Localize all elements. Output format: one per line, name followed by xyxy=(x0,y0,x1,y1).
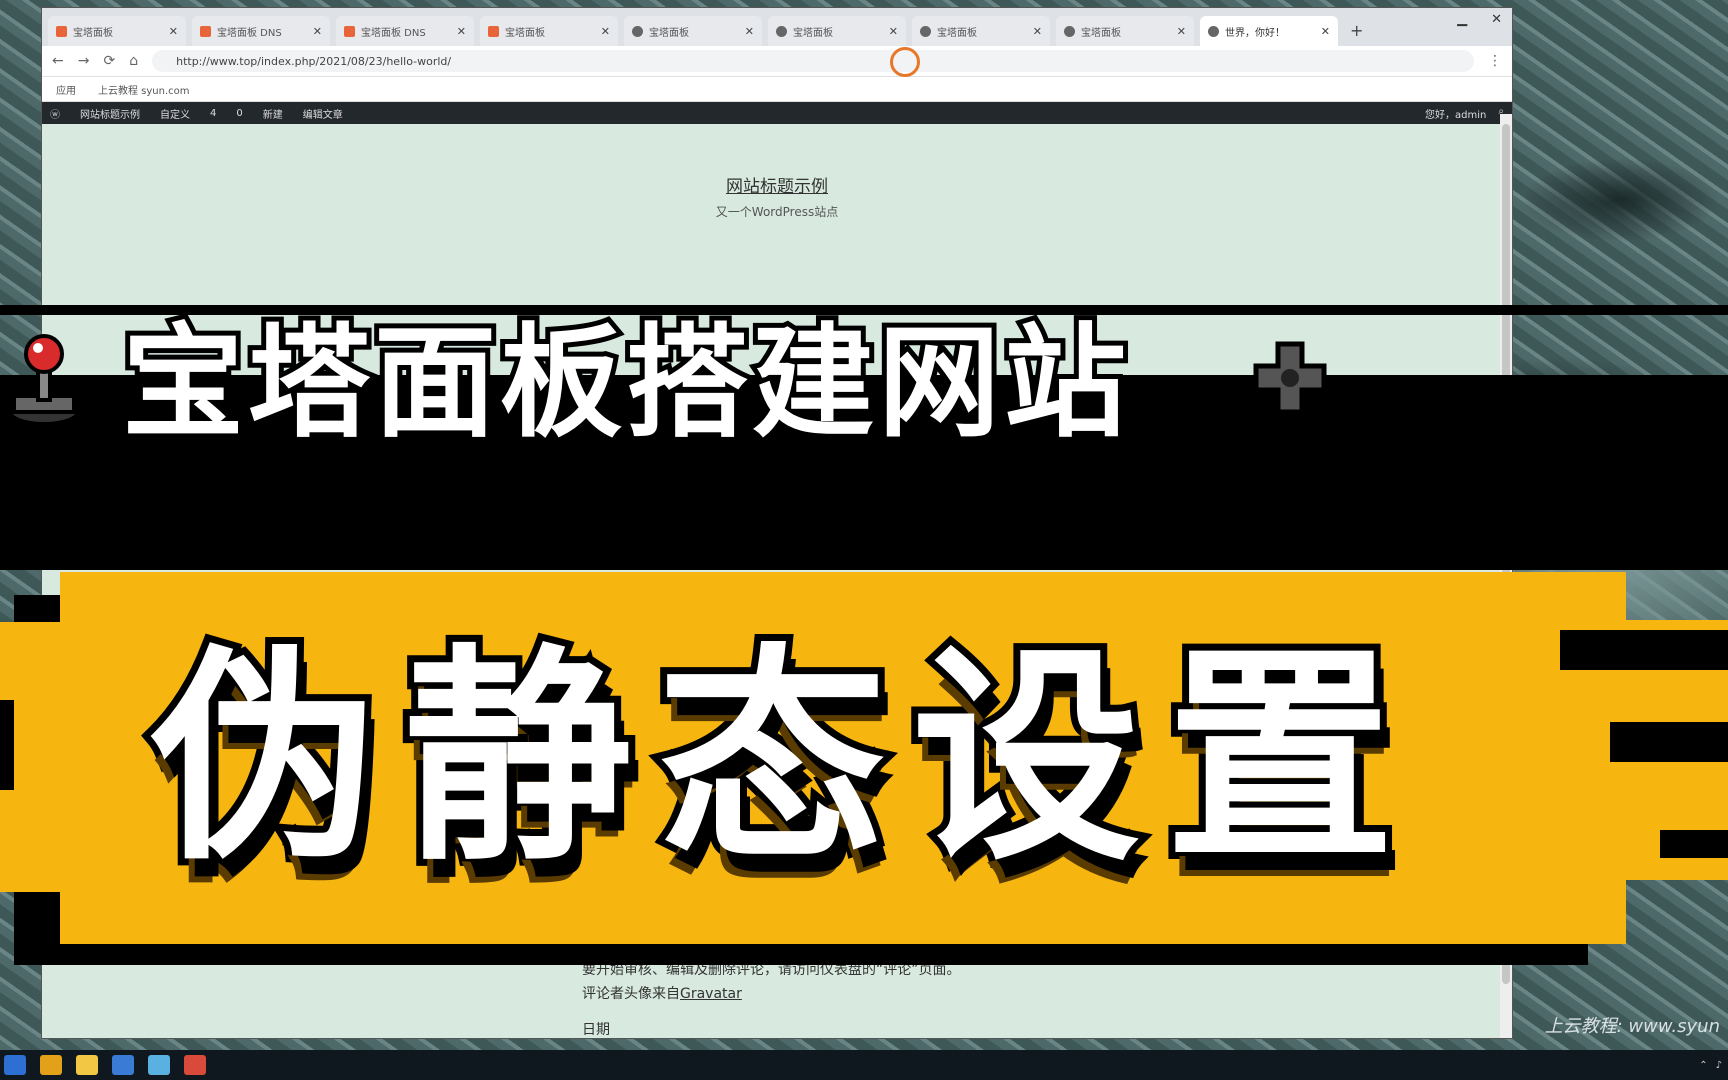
volume-icon[interactable]: ♪ xyxy=(1716,1060,1722,1071)
pixel-decoration xyxy=(1660,830,1728,858)
system-tray: ⌃ ♪ xyxy=(1699,1060,1722,1071)
site-title-link[interactable]: 网站标题示例 xyxy=(42,172,1512,197)
pixel-decoration xyxy=(1610,722,1728,762)
close-window-icon[interactable]: ✕ xyxy=(1491,12,1502,27)
cursor-highlight xyxy=(890,47,920,77)
admin-bar-greeting[interactable]: 您好，admin xyxy=(1425,106,1486,121)
post-content: 要开始审核、编辑及删除评论，请访问仪表盘的“评论”页面。 评论者头像来自Grav… xyxy=(582,958,961,1038)
admin-bar-site-name[interactable]: 网站标题示例 xyxy=(80,106,140,121)
home-icon[interactable]: ⌂ xyxy=(129,53,138,69)
close-tab-icon[interactable]: ✕ xyxy=(1033,25,1042,38)
app-icon[interactable] xyxy=(148,1055,170,1075)
browser-tab[interactable]: 宝塔面板 DNS ✕ xyxy=(192,16,330,46)
site-description: 又一个WordPress站点 xyxy=(715,205,839,219)
video-title: 伪静态设置 xyxy=(143,618,1420,898)
browser-tab[interactable]: 宝塔面板 ✕ xyxy=(912,16,1050,46)
favicon-icon xyxy=(776,25,787,37)
close-tab-icon[interactable]: ✕ xyxy=(1321,25,1330,38)
tray-arrow-icon[interactable]: ⌃ xyxy=(1699,1060,1707,1071)
admin-bar-customize[interactable]: 自定义 xyxy=(160,106,190,121)
favicon-icon xyxy=(56,25,67,37)
wordpress-logo-icon[interactable]: ⓦ xyxy=(50,106,60,121)
browser-tab[interactable]: 宝塔面板 ✕ xyxy=(1056,16,1194,46)
favicon-icon xyxy=(344,25,355,37)
reload-icon[interactable]: ⟳ xyxy=(103,53,115,69)
browser-tab[interactable]: 宝塔面板 ✕ xyxy=(768,16,906,46)
tab-bar: 宝塔面板 ✕ 宝塔面板 DNS ✕ 宝塔面板 DNS ✕ 宝塔面板 ✕ 宝塔面板 ✕ 宝塔… xyxy=(42,8,1512,46)
bookmark-apps[interactable]: 应用 xyxy=(56,82,76,97)
favicon-icon xyxy=(920,25,931,37)
url-input[interactable]: http://www.top/index.php/2021/08/23/hell… xyxy=(152,50,1474,72)
app-icon[interactable] xyxy=(184,1055,206,1075)
dpad-icon xyxy=(1253,341,1327,415)
app-icon[interactable] xyxy=(112,1055,134,1075)
favicon-icon xyxy=(1208,25,1219,37)
bookmark-item[interactable]: 上云教程 syun.com xyxy=(98,82,190,97)
browser-tab-active[interactable]: 世界，你好！ ✕ xyxy=(1200,16,1338,46)
taskbar: ⌃ ♪ xyxy=(0,1050,1728,1080)
menu-dots-icon[interactable]: ⋮ xyxy=(1488,53,1502,69)
app-icon[interactable] xyxy=(40,1055,62,1075)
close-tab-icon[interactable]: ✕ xyxy=(601,25,610,38)
forward-icon[interactable]: → xyxy=(78,53,90,69)
close-tab-icon[interactable]: ✕ xyxy=(169,25,178,38)
watermark: 上云教程: www.syun xyxy=(1544,1016,1720,1037)
close-tab-icon[interactable]: ✕ xyxy=(889,25,898,38)
new-tab-button[interactable]: + xyxy=(1350,21,1363,40)
site-header: 网站标题示例 又一个WordPress站点 xyxy=(42,124,1512,220)
favicon-icon xyxy=(632,25,643,37)
pixel-decoration xyxy=(1642,670,1698,718)
bookmarks-bar: 应用 上云教程 syun.com xyxy=(42,77,1512,102)
favicon-icon xyxy=(200,25,211,37)
joystick-icon xyxy=(8,334,80,426)
back-icon[interactable]: ← xyxy=(52,53,64,69)
browser-tab[interactable]: 宝塔面板 ✕ xyxy=(624,16,762,46)
window-controls: ▁ ✕ xyxy=(1457,12,1502,27)
favicon-icon xyxy=(488,25,499,37)
close-tab-icon[interactable]: ✕ xyxy=(1177,25,1186,38)
address-bar: ← → ⟳ ⌂ http://www.top/index.php/2021/08… xyxy=(42,46,1512,77)
folder-icon[interactable] xyxy=(76,1055,98,1075)
minimize-icon[interactable]: ▁ xyxy=(1457,12,1467,27)
close-tab-icon[interactable]: ✕ xyxy=(745,25,754,38)
close-tab-icon[interactable]: ✕ xyxy=(313,25,322,38)
post-line: 评论者头像来自 xyxy=(582,986,680,1002)
wp-admin-bar: ⓦ 网站标题示例 自定义 4 0 新建 编辑文章 您好，admin ⌕ xyxy=(42,102,1512,124)
browser-tab[interactable]: 宝塔面板 ✕ xyxy=(48,16,186,46)
gravatar-link[interactable]: Gravatar xyxy=(680,986,742,1002)
pixel-decoration xyxy=(1560,630,1728,670)
admin-bar-comments[interactable]: 0 xyxy=(236,108,242,119)
pixel-decoration xyxy=(0,700,14,790)
start-icon[interactable] xyxy=(4,1055,26,1075)
admin-bar-edit-post[interactable]: 编辑文章 xyxy=(303,106,343,121)
post-line: 日期 xyxy=(582,1022,610,1038)
pixel-decoration xyxy=(1680,780,1728,824)
admin-bar-new[interactable]: 新建 xyxy=(263,106,283,121)
browser-tab[interactable]: 宝塔面板 DNS ✕ xyxy=(336,16,474,46)
close-tab-icon[interactable]: ✕ xyxy=(457,25,466,38)
favicon-icon xyxy=(1064,25,1075,37)
browser-tab[interactable]: 宝塔面板 ✕ xyxy=(480,16,618,46)
video-subtitle: 宝塔面板搭建网站 xyxy=(117,312,1131,454)
admin-bar-updates[interactable]: 4 xyxy=(210,108,216,119)
